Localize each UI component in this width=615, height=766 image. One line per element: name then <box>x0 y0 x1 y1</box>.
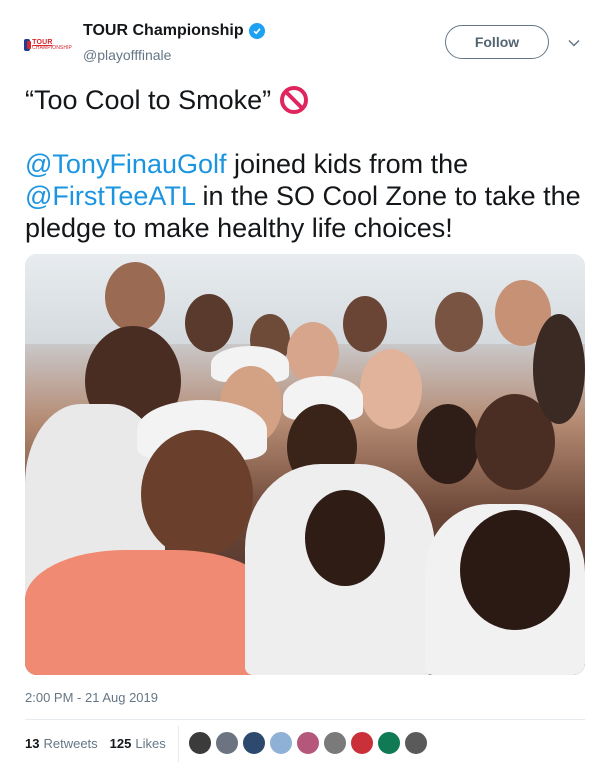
photo-person <box>305 490 385 586</box>
liker-avatar[interactable] <box>323 731 347 755</box>
mention-link[interactable]: @FirstTeeATL <box>25 181 195 211</box>
photo-person <box>460 510 570 630</box>
mention-link[interactable]: @TonyFinauGolf <box>25 149 227 179</box>
photo-person <box>435 292 483 352</box>
tweet-body-text: joined kids from the <box>226 149 469 179</box>
retweets-count: 13 <box>25 736 40 751</box>
retweets-label: Retweets <box>43 736 98 751</box>
liker-avatar[interactable] <box>269 731 293 755</box>
liker-avatars <box>188 731 428 755</box>
avatar-logo-text: TOUR CHAMPIONSHIP <box>32 39 72 51</box>
verified-badge-icon <box>248 23 265 39</box>
name-row[interactable]: TOUR Championship <box>83 22 265 40</box>
photo-person <box>287 322 339 384</box>
avatar-logo-bottom: CHAMPIONSHIP <box>32 45 72 51</box>
tweet-photo[interactable] <box>25 254 585 675</box>
divider <box>25 719 585 720</box>
liker-avatar[interactable] <box>188 731 212 755</box>
prohibited-icon <box>280 86 309 114</box>
follow-button[interactable]: Follow <box>445 25 549 59</box>
tweet-timestamp[interactable]: 2:00 PM - 21 Aug 2019 <box>25 690 158 705</box>
likes-stat[interactable]: 125 Likes <box>110 736 166 751</box>
photo-person <box>343 296 387 352</box>
retweets-stat[interactable]: 13 Retweets <box>25 736 98 751</box>
liker-avatar[interactable] <box>377 731 401 755</box>
tweet-text: “Too Cool to Smoke” @TonyFinauGolf joine… <box>25 84 595 244</box>
pga-tour-logo-icon <box>24 39 32 51</box>
liker-avatar[interactable] <box>242 731 266 755</box>
tweet-headline: “Too Cool to Smoke” <box>25 85 272 115</box>
tweet-stats: 13 Retweets 125 Likes <box>25 736 172 751</box>
photo-person <box>360 349 422 429</box>
liker-avatar[interactable] <box>296 731 320 755</box>
chevron-down-icon[interactable] <box>567 36 581 50</box>
photo-person <box>417 404 479 484</box>
likes-label: Likes <box>135 736 166 751</box>
photo-person <box>105 262 165 332</box>
photo-person <box>533 314 585 424</box>
likes-count: 125 <box>109 736 132 751</box>
photo-person <box>141 430 253 558</box>
liker-avatar[interactable] <box>350 731 374 755</box>
liker-avatar[interactable] <box>404 731 428 755</box>
tweet-header: TOUR CHAMPIONSHIP TOUR Championship @pla… <box>0 0 615 80</box>
photo-shirt <box>25 550 275 675</box>
tweet-body: @TonyFinauGolf joined kids from the @Fir… <box>25 148 595 244</box>
account-handle[interactable]: @playofffinale <box>83 47 171 63</box>
account-avatar[interactable]: TOUR CHAMPIONSHIP <box>24 28 72 62</box>
stats-divider <box>178 726 179 762</box>
photo-person <box>185 294 233 352</box>
display-name[interactable]: TOUR Championship <box>83 22 244 40</box>
liker-avatar[interactable] <box>215 731 239 755</box>
tweet-headline-row: “Too Cool to Smoke” <box>25 84 595 116</box>
